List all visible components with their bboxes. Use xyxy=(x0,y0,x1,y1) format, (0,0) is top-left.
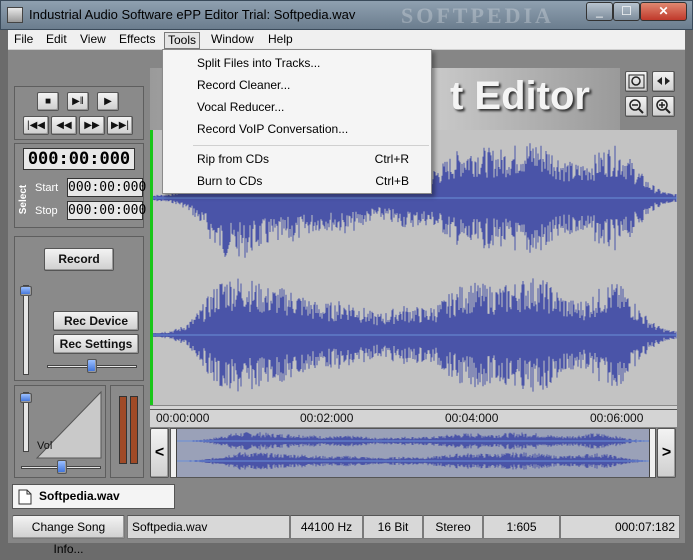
menu-separator xyxy=(193,145,429,146)
ruler-ticks xyxy=(150,406,677,410)
status-sample-rate: 44100 Hz xyxy=(290,515,363,539)
ruler-label: 00:00:000 xyxy=(156,411,210,425)
forward-end-button[interactable]: ▶▶| xyxy=(107,116,133,135)
select-label: Select xyxy=(18,184,30,215)
playhead-marker[interactable] xyxy=(150,130,153,405)
status-ratio: 1:605 xyxy=(483,515,560,539)
document-icon xyxy=(18,489,32,505)
vu-meter-left xyxy=(119,396,127,464)
close-button[interactable]: ✕ xyxy=(640,2,687,21)
forward-button[interactable]: ▶▶ xyxy=(79,116,105,135)
title-bar: SOFTPEDIA Industrial Audio Software ePP … xyxy=(0,0,693,30)
overview-display[interactable] xyxy=(170,428,656,478)
vol-label: Vol xyxy=(37,440,53,452)
record-panel: Record Rec Device Rec Settings xyxy=(14,236,144,381)
zoom-fit-icon xyxy=(628,74,645,89)
overview-scroll-left[interactable]: < xyxy=(150,428,169,478)
zoom-in-button[interactable] xyxy=(652,96,675,117)
menu-help[interactable]: Help xyxy=(265,32,296,49)
transport-panel: ■ ▶‖ ▶ |◀◀ ◀◀ ▶▶ ▶▶| xyxy=(14,86,144,140)
record-button[interactable]: Record xyxy=(44,248,114,271)
current-position: 000:00:000 xyxy=(23,148,135,170)
record-level-track xyxy=(23,285,29,375)
menu-item-split-files[interactable]: Split Files into Tracks... xyxy=(165,52,429,74)
status-length: 000:07:182 xyxy=(560,515,680,539)
watermark: SOFTPEDIA xyxy=(401,3,554,28)
menu-view[interactable]: View xyxy=(77,32,109,49)
stop-label: Stop xyxy=(35,205,58,217)
status-filename: Softpedia.wav xyxy=(127,515,290,539)
position-panel: 000:00:000 Select Start 000:00:000 Stop … xyxy=(14,143,146,228)
menu-item-label: Vocal Reducer... xyxy=(197,100,285,114)
window-title: Industrial Audio Software ePP Editor Tri… xyxy=(29,7,356,22)
play-pause-button[interactable]: ▶‖ xyxy=(67,92,89,111)
menu-tools[interactable]: Tools xyxy=(164,32,201,49)
vu-meter-right xyxy=(130,396,138,464)
volume-slider[interactable] xyxy=(20,393,32,403)
menu-item-shortcut: Ctrl+R xyxy=(374,152,409,166)
ruler-label: 00:06:000 xyxy=(590,411,644,425)
balance-slider[interactable] xyxy=(87,359,97,373)
overview-canvas[interactable] xyxy=(170,429,655,477)
rec-settings-button[interactable]: Rec Settings xyxy=(53,334,139,354)
stop-time-field[interactable]: 000:00:000 xyxy=(67,201,146,220)
volume-panel: Vol xyxy=(14,385,106,478)
ruler-label: 00:04:000 xyxy=(445,411,499,425)
ruler-label: 00:02:000 xyxy=(300,411,354,425)
overview-scroll-right[interactable]: > xyxy=(657,428,676,478)
stop-button[interactable]: ■ xyxy=(37,92,59,111)
play-button[interactable]: ▶ xyxy=(97,92,119,111)
menu-item-label: Burn to CDs xyxy=(197,174,263,188)
menu-item-label: Split Files into Tracks... xyxy=(197,56,321,70)
menu-edit[interactable]: Edit xyxy=(43,32,70,49)
status-channels: Stereo xyxy=(423,515,483,539)
menu-item-label: Record Cleaner... xyxy=(197,78,291,92)
menu-item-record-voip[interactable]: Record VoIP Conversation... xyxy=(165,118,429,140)
maximize-button[interactable]: ☐ xyxy=(613,2,640,21)
start-time-field[interactable]: 000:00:000 xyxy=(67,178,146,197)
zoom-horizontal-button[interactable] xyxy=(652,71,675,92)
zoom-out-button[interactable] xyxy=(625,96,648,117)
menu-item-rip-cds[interactable]: Rip from CDs Ctrl+R xyxy=(165,148,429,170)
menu-item-vocal-reducer[interactable]: Vocal Reducer... xyxy=(165,96,429,118)
overview-right-handle[interactable] xyxy=(649,429,655,477)
zoom-out-icon xyxy=(629,99,644,114)
rewind-button[interactable]: ◀◀ xyxy=(51,116,77,135)
menu-item-record-cleaner[interactable]: Record Cleaner... xyxy=(165,74,429,96)
menu-item-burn-cds[interactable]: Burn to CDs Ctrl+B xyxy=(165,170,429,192)
change-song-info-button[interactable]: Change Song Info... xyxy=(12,515,125,556)
menu-item-shortcut: Ctrl+B xyxy=(375,174,409,188)
menu-item-label: Record VoIP Conversation... xyxy=(197,122,349,136)
zoom-fit-button[interactable] xyxy=(625,71,648,92)
start-label: Start xyxy=(35,182,59,194)
tools-dropdown-menu: Split Files into Tracks... Record Cleane… xyxy=(162,49,432,194)
menu-window[interactable]: Window xyxy=(208,32,257,49)
menu-bar: File Edit View Effects Tools Window Help xyxy=(8,30,685,50)
rec-device-button[interactable]: Rec Device xyxy=(53,311,139,331)
file-tab[interactable]: Softpedia.wav xyxy=(12,484,175,509)
menu-file[interactable]: File xyxy=(11,32,36,49)
overview-left-handle[interactable] xyxy=(171,429,177,477)
pan-slider[interactable] xyxy=(57,460,67,474)
timeline-ruler[interactable]: 00:00:000 00:02:000 00:04:000 00:06:000 xyxy=(150,405,677,427)
menu-effects[interactable]: Effects xyxy=(116,32,158,49)
status-bit-depth: 16 Bit xyxy=(363,515,423,539)
zoom-in-icon xyxy=(656,99,671,114)
zoom-horizontal-icon xyxy=(657,77,670,85)
minimize-button[interactable]: _ xyxy=(586,2,613,21)
vu-meter-panel xyxy=(110,385,144,478)
rewind-start-button[interactable]: |◀◀ xyxy=(23,116,49,135)
app-icon xyxy=(7,7,23,23)
record-level-slider[interactable] xyxy=(20,286,32,296)
menu-item-label: Rip from CDs xyxy=(197,152,270,166)
header-title: t Editor xyxy=(450,74,590,118)
